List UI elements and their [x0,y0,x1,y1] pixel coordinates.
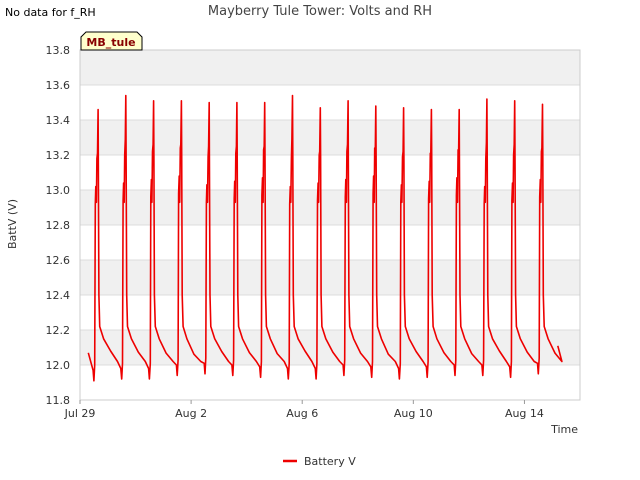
legend-label-battery-v: Battery V [304,455,356,468]
y-tick-label: 12.0 [46,359,71,372]
background-band [80,50,580,85]
x-axis-ticks: Jul 29 Aug 2 Aug 6 Aug 10 Aug 14 [64,400,544,420]
chart-svg: 11.8 12.0 12.2 12.4 12.6 12.8 13.0 13.2 13.4 13.6… [6,31,581,468]
y-tick-label: 13.8 [46,44,71,57]
background-band [80,120,580,155]
station-label-box: MB_tule [80,31,143,51]
x-axis-label: Time [550,423,578,436]
x-tick-label: Jul 29 [64,407,96,420]
y-tick-label: 12.2 [46,324,71,337]
x-tick-label: Aug 14 [505,407,544,420]
y-tick-label: 13.0 [46,184,71,197]
x-tick-label: Aug 10 [394,407,433,420]
station-label: MB_tule [86,36,135,49]
y-tick-label: 12.4 [46,289,71,302]
chart-title: Mayberry Tule Tower: Volts and RH [207,4,433,19]
y-axis-ticks: 11.8 12.0 12.2 12.4 12.6 12.8 13.0 13.2 13.4 13.6… [46,44,71,407]
y-tick-label: 11.8 [46,394,71,407]
x-tick-label: Aug 2 [175,407,207,420]
y-tick-label: 13.2 [46,149,71,162]
y-tick-label: 12.6 [46,254,71,267]
y-tick-label: 13.4 [46,114,71,127]
background-band [80,190,580,225]
background-band [80,365,580,400]
y-tick-label: 13.6 [46,79,71,92]
y-tick-label: 12.8 [46,219,71,232]
legend: Battery V [283,455,356,468]
background-band [80,85,580,120]
y-axis-label: BattV (V) [6,199,19,249]
x-tick-label: Aug 6 [286,407,318,420]
background-band [80,155,580,190]
